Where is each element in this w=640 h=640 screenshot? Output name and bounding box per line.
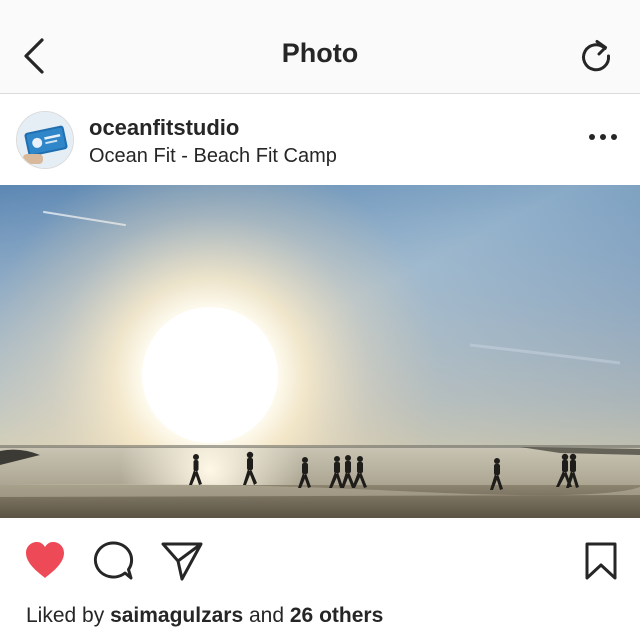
comment-icon[interactable] (91, 540, 135, 582)
post-header: oceanfitstudio Ocean Fit - Beach Fit Cam… (0, 95, 640, 185)
post-actions: Liked by saimagulzars and 26 others (0, 518, 640, 640)
likes-others[interactable]: 26 others (290, 604, 383, 627)
post-photo[interactable] (0, 185, 640, 518)
likes-summary: Liked by saimagulzars and 26 others (26, 604, 383, 628)
bookmark-icon[interactable] (584, 541, 618, 581)
page-title: Photo (281, 38, 359, 68)
send-icon[interactable] (160, 540, 204, 582)
top-navigation-bar: Photo (0, 0, 640, 94)
liked-by-user[interactable]: saimagulzars (110, 604, 243, 627)
heart-filled-icon[interactable] (23, 540, 67, 580)
refresh-icon[interactable] (578, 38, 614, 74)
more-horizontal-icon[interactable] (588, 131, 618, 143)
post-location[interactable]: Ocean Fit - Beach Fit Camp (89, 145, 337, 168)
post-username[interactable]: oceanfitstudio (89, 115, 239, 141)
avatar[interactable] (16, 111, 74, 169)
likes-middle: and (248, 604, 285, 627)
beach-sunrise-image (0, 185, 640, 518)
avatar-image (17, 112, 73, 168)
likes-prefix: Liked by (26, 604, 105, 627)
